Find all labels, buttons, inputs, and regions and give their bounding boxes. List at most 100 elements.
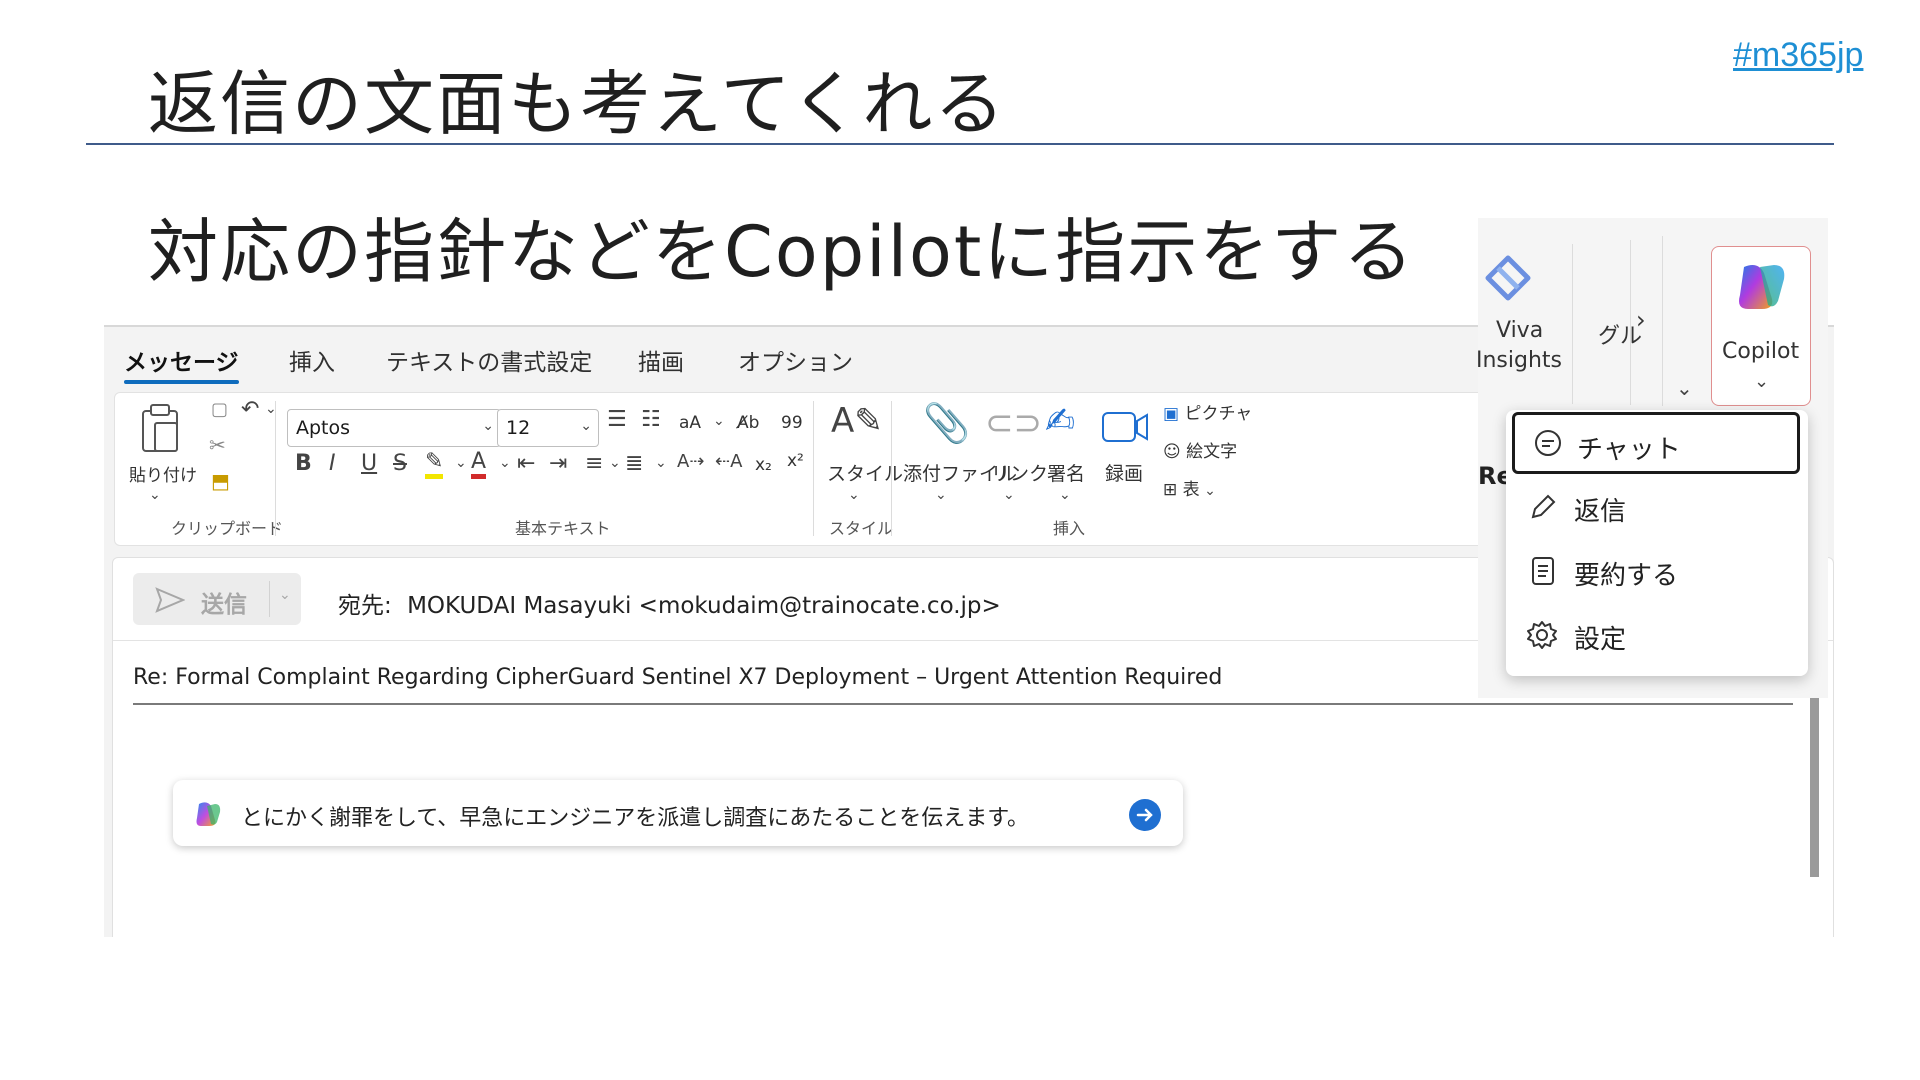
chevron-down-icon[interactable]: ⌄: [1676, 376, 1693, 400]
title-rule: [86, 143, 1834, 145]
cut-icon[interactable]: ✂: [209, 433, 226, 457]
chevron-down-icon[interactable]: ⌄: [149, 487, 161, 503]
chevron-down-icon[interactable]: ⌄: [609, 455, 621, 471]
ribbon-separator: [813, 401, 814, 536]
chevron-down-icon[interactable]: ⌄: [713, 413, 725, 429]
subject-field[interactable]: Re: Formal Complaint Regarding CipherGua…: [133, 665, 1222, 690]
rtl-icon[interactable]: ⇠A: [715, 451, 742, 472]
slide-title: 返信の文面も考えてくれる: [148, 63, 1007, 145]
font-name-value: Aptos: [296, 417, 351, 439]
paperclip-icon[interactable]: 📎: [923, 401, 970, 446]
subscript-button[interactable]: x₂: [755, 455, 772, 475]
chevron-down-icon[interactable]: ⌄: [655, 455, 667, 471]
font-name-select[interactable]: Aptos ⌄: [287, 409, 501, 447]
video-icon[interactable]: [1101, 409, 1151, 445]
table-button[interactable]: ⊞ 表 ⌄: [1163, 475, 1216, 500]
chevron-down-icon[interactable]: ⌄: [935, 487, 947, 503]
chevron-down-icon[interactable]: ⌄: [1003, 487, 1015, 503]
paste-icon[interactable]: [137, 403, 183, 453]
ribbon-separator: [1662, 236, 1663, 406]
chevron-down-icon[interactable]: ⌄: [455, 455, 467, 471]
emoji-label: 絵文字: [1186, 442, 1238, 462]
chevron-down-icon[interactable]: ⌄: [279, 587, 291, 603]
tab-message[interactable]: メッセージ: [124, 343, 239, 377]
clear-format-icon[interactable]: A̸b: [737, 413, 759, 433]
link-label[interactable]: リンク: [991, 459, 1048, 486]
ltr-icon[interactable]: A⇢: [677, 451, 704, 472]
table-label: 表: [1182, 480, 1200, 500]
chevron-down-icon[interactable]: ⌄: [848, 487, 860, 503]
picture-label: ピクチャ: [1184, 404, 1253, 424]
bullets-icon[interactable]: ☰: [607, 407, 627, 432]
chevron-down-icon: ⌄: [1754, 371, 1770, 392]
copilot-menu: チャット 返信 要約する 設定: [1506, 410, 1808, 676]
basic-text-group-label: 基本テキスト: [515, 519, 611, 538]
menu-item-reply[interactable]: 返信: [1506, 478, 1808, 536]
paste-label[interactable]: 貼り付け: [129, 461, 197, 486]
format-painter-icon[interactable]: ⬒: [211, 469, 230, 493]
send-button[interactable]: 送信 ⌄: [133, 573, 301, 625]
italic-icon[interactable]: I: [329, 451, 336, 476]
bold-icon[interactable]: B: [295, 451, 312, 476]
emoji-button[interactable]: ☺ 絵文字: [1163, 437, 1237, 462]
copy-icon[interactable]: ▢: [211, 399, 228, 420]
hashtag-link[interactable]: #m365jp: [1733, 36, 1863, 75]
to-recipient[interactable]: MOKUDAI Masayuki <mokudaim@trainocate.co…: [407, 593, 1001, 619]
send-label: 送信: [201, 592, 247, 618]
ribbon-separator: [275, 401, 276, 536]
align-icon[interactable]: ≡: [585, 451, 603, 476]
table-icon: ⊞: [1163, 480, 1183, 500]
gear-icon: [1527, 621, 1557, 649]
link-icon[interactable]: ⊂⊃: [985, 403, 1042, 443]
insert-group-label: 挿入: [1053, 519, 1086, 538]
clipboard-group: 貼り付け ⌄ ▢ ✂ ⬒ ↶ ⌄ クリップボード: [129, 397, 283, 538]
menu-item-label: 返信: [1574, 497, 1627, 527]
picture-button[interactable]: ▣ ピクチャ: [1163, 399, 1252, 424]
highlight-icon[interactable]: ✎: [425, 449, 444, 479]
ribbon-separator: [891, 401, 892, 536]
viva-label-2[interactable]: Insights: [1476, 348, 1562, 373]
ribbon-separator: [1630, 240, 1631, 405]
tab-insert[interactable]: 挿入: [289, 343, 335, 377]
undo-icon[interactable]: ↶: [241, 397, 259, 422]
chevron-down-icon[interactable]: ⌄: [499, 455, 511, 471]
tab-draw[interactable]: 描画: [638, 343, 684, 377]
increase-indent-icon[interactable]: ⇥: [549, 451, 567, 476]
strikethrough-icon[interactable]: S: [393, 451, 407, 476]
chevron-down-icon[interactable]: ⌄: [1059, 487, 1071, 503]
record-label[interactable]: 録画: [1105, 459, 1143, 486]
menu-item-label: チャット: [1577, 435, 1681, 465]
ribbon-tabs: メッセージ 挿入 テキストの書式設定 描画 オプション: [104, 327, 1504, 389]
quote-button[interactable]: 99: [781, 413, 803, 433]
chevron-right-icon[interactable]: ›: [1636, 306, 1646, 334]
copilot-prompt-box[interactable]: とにかく謝罪をして、早急にエンジニアを派遣し調査にあたることを伝えます。: [173, 780, 1183, 846]
style-group-label: スタイル: [829, 519, 894, 538]
superscript-button[interactable]: x²: [787, 451, 804, 471]
styles-icon[interactable]: A✎: [831, 401, 883, 441]
signature-label[interactable]: 署名: [1047, 459, 1085, 486]
font-color-icon[interactable]: A: [471, 449, 487, 479]
copilot-icon: [1739, 265, 1785, 309]
menu-item-chat[interactable]: チャット: [1512, 412, 1800, 474]
tab-options[interactable]: オプション: [738, 343, 853, 377]
chevron-down-icon: ⌄: [1199, 483, 1216, 499]
menu-item-summarize[interactable]: 要約する: [1506, 542, 1808, 600]
to-field[interactable]: 宛先: MOKUDAI Masayuki <mokudaim@trainocat…: [338, 586, 1001, 620]
viva-label-1[interactable]: Viva: [1496, 318, 1543, 343]
menu-item-settings[interactable]: 設定: [1506, 606, 1808, 664]
font-size-select[interactable]: 12 ⌄: [497, 409, 599, 447]
font-size-value: 12: [506, 417, 531, 439]
pen-icon: [1531, 494, 1556, 519]
decrease-indent-icon[interactable]: ⇤: [517, 451, 535, 476]
copilot-button[interactable]: Copilot ⌄: [1711, 246, 1811, 406]
change-case-button[interactable]: aA: [679, 413, 701, 433]
numbering-icon[interactable]: ☷: [641, 407, 661, 432]
copilot-label: Copilot: [1722, 339, 1800, 364]
underline-icon[interactable]: U: [361, 451, 377, 476]
submit-button[interactable]: [1129, 799, 1161, 831]
copilot-prompt-text[interactable]: とにかく謝罪をして、早急にエンジニアを派遣し調査にあたることを伝えます。: [241, 800, 1029, 832]
tab-text-format[interactable]: テキストの書式設定: [386, 343, 592, 377]
signature-icon[interactable]: ✍: [1045, 401, 1075, 442]
viva-insights-icon[interactable]: [1480, 252, 1536, 308]
line-spacing-icon[interactable]: ≣: [625, 451, 643, 476]
